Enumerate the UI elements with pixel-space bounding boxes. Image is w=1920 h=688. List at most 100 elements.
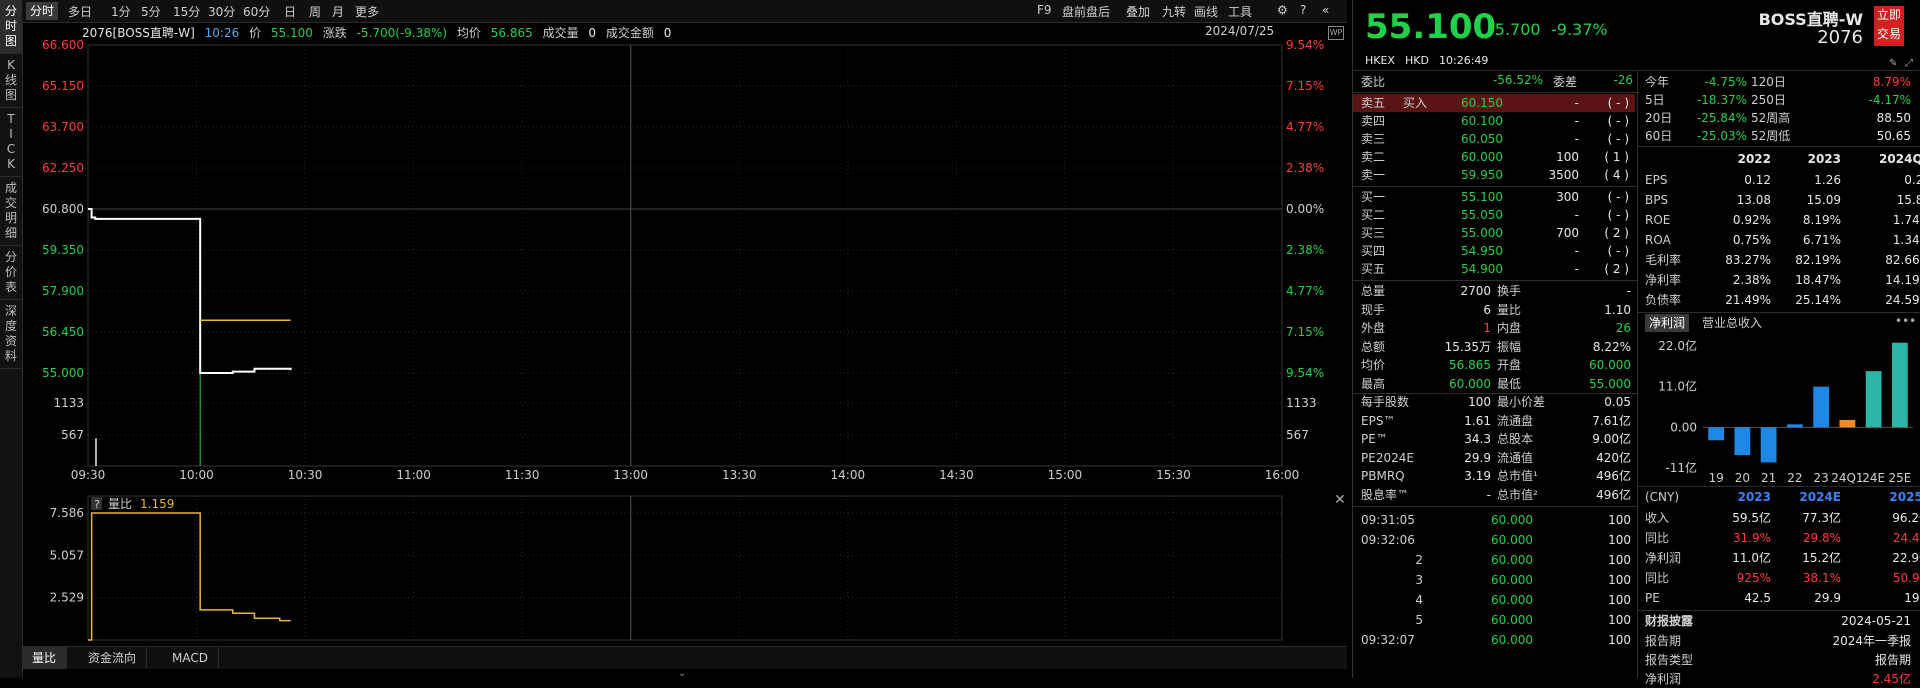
bid-row-0-volume: 300 xyxy=(1556,190,1579,204)
indicator-tab-0[interactable]: 量比 xyxy=(22,647,68,669)
fin-row-value: 15.09 xyxy=(1806,193,1841,207)
time-tick-label: 14:00 xyxy=(831,468,866,482)
price-tick-label: 63.700 xyxy=(42,120,84,134)
stat-row-5: 最高 60.000 最低 55.000 xyxy=(1353,375,1635,393)
bid-row-4[interactable]: 买五 54.900 - ( 2 ) xyxy=(1353,260,1635,278)
net-profit-bar[interactable] xyxy=(1734,427,1751,456)
vertical-tab-char: 线 xyxy=(4,73,17,87)
fin-row-0: EPS 0.12 1.26 0.28 xyxy=(1645,170,1920,190)
expand-icon[interactable]: ⤢ xyxy=(1905,58,1913,69)
stat-label: EPS™ xyxy=(1361,413,1396,428)
ask-row-0[interactable]: 卖五 买入 60.150 - ( - ) xyxy=(1353,94,1635,112)
forecast-value: 925% xyxy=(1736,571,1771,585)
stat-value: 496亿 xyxy=(1596,469,1631,483)
stat-row-7: EPS™ 1.61 流通盘 7.61亿 xyxy=(1353,412,1635,430)
indicator-tab-1[interactable]: 资金流向 xyxy=(78,647,148,669)
vertical-tab-char: K xyxy=(7,58,15,72)
vertical-tab-5[interactable]: 深度资料 xyxy=(0,300,22,369)
indicator-tab-2[interactable]: MACD xyxy=(162,647,219,669)
bid-row-0[interactable]: 买一 55.100 300 ( - ) xyxy=(1353,188,1635,206)
ask-row-0-price: 60.150 xyxy=(1461,96,1503,110)
stat-value: 34.3 xyxy=(1464,432,1491,446)
time-tick-label: 15:30 xyxy=(1156,468,1191,482)
fin-header-row: 2022 2023 2024Q1 xyxy=(1645,150,1920,168)
fin-row-1: BPS 13.08 15.09 15.85 xyxy=(1645,190,1920,210)
net-profit-bar[interactable] xyxy=(1839,419,1856,428)
stat-row-6: 每手股数 100 最小价差 0.05 xyxy=(1353,393,1635,411)
expand-down-icon[interactable]: ⌄ xyxy=(678,668,686,679)
fin-row-value: 1.26 xyxy=(1814,173,1841,187)
fin-row-label: 毛利率 xyxy=(1645,253,1682,267)
stat-value: 8.22% xyxy=(1592,339,1631,354)
forecast-value: 96.2亿 xyxy=(1892,511,1920,525)
trade-now-button[interactable]: 立即 交易 xyxy=(1874,6,1904,46)
return-value: -4.17% xyxy=(1868,93,1911,107)
bid-row-3[interactable]: 买四 54.950 - ( - ) xyxy=(1353,242,1635,260)
stat-value: - xyxy=(1486,487,1491,502)
ask-row-2[interactable]: 卖三 60.050 - ( - ) xyxy=(1353,130,1635,148)
ask-row-1[interactable]: 卖四 60.100 - ( - ) xyxy=(1353,112,1635,130)
forecast-value: 31.9% xyxy=(1732,531,1771,545)
pct-tick-label: 7.15% xyxy=(1286,325,1324,339)
time-tick-label: 13:30 xyxy=(722,468,757,482)
vertical-tab-2[interactable]: TICK xyxy=(0,108,22,177)
tick-time: 5 xyxy=(1415,613,1423,627)
ask-row-0-tag[interactable]: 买入 xyxy=(1403,94,1427,112)
volume-tick-label: 567 xyxy=(61,428,84,442)
more-icon[interactable]: ••• xyxy=(1895,314,1916,328)
net-profit-bar[interactable] xyxy=(1760,427,1777,463)
bid-row-1[interactable]: 买二 55.050 - ( - ) xyxy=(1353,206,1635,224)
vertical-tab-3[interactable]: 成交明细 xyxy=(0,177,22,246)
stat-value: 15.35万 xyxy=(1444,339,1491,354)
vertical-tab-char: 成 xyxy=(4,181,17,195)
stat-label: PBMRQ xyxy=(1361,469,1405,483)
disclosure-value: 2.45亿 xyxy=(1872,672,1911,686)
stat-value: 1 xyxy=(1483,321,1491,335)
time-tick-label: 09:30 xyxy=(71,468,106,482)
fin-header: 2022 xyxy=(1737,152,1771,166)
close-subchart-icon[interactable]: ✕ xyxy=(1334,492,1346,508)
return-row-0: 今年 -4.75% 120日 8.79% xyxy=(1645,73,1915,91)
net-profit-bar[interactable] xyxy=(1708,427,1724,441)
vertical-tab-4[interactable]: 分价表 xyxy=(0,246,22,300)
intraday-chart[interactable]: 66.600 9.54% 65.150 7.15% 63.700 4.77% 62.250 2… xyxy=(22,0,1347,646)
stat-value: 0.05 xyxy=(1604,395,1631,409)
stat-row-11: 股息率™ - 总市值² 496亿 xyxy=(1353,486,1635,504)
disclosure-label: 报告类型 xyxy=(1645,653,1694,667)
edit-icon[interactable]: ✎ xyxy=(1889,58,1897,69)
forecast-label: 净利润 xyxy=(1645,551,1682,565)
fin-row-label: 负债率 xyxy=(1645,293,1682,307)
ask-row-3[interactable]: 卖二 60.000 100 ( 1 ) xyxy=(1353,148,1635,166)
vertical-tab-char: K xyxy=(7,157,15,171)
net-profit-bar[interactable] xyxy=(1787,424,1803,428)
net-profit-bar[interactable] xyxy=(1813,386,1829,428)
fin-row-label: 净利率 xyxy=(1645,273,1682,287)
forecast-label: 同比 xyxy=(1645,571,1670,585)
forecast-year: 2025E xyxy=(1889,490,1920,504)
tick-volume: 100 xyxy=(1608,633,1631,647)
forecast-unit: (CNY) xyxy=(1645,490,1680,504)
bid-row-3-count: ( - ) xyxy=(1607,244,1629,258)
vertical-tab-1[interactable]: K线图 xyxy=(0,54,22,108)
bid-row-2-price: 55.000 xyxy=(1461,226,1503,240)
mini-tab-0[interactable]: 净利润 xyxy=(1645,314,1690,332)
stat-value: 420亿 xyxy=(1596,450,1631,465)
net-profit-bar[interactable] xyxy=(1865,371,1882,428)
ask-row-4[interactable]: 卖一 59.950 3500 ( 4 ) xyxy=(1353,166,1635,184)
sub-tick-label: 2.529 xyxy=(50,591,84,605)
price-tick-label: 62.250 xyxy=(42,161,84,175)
mini-tab-1[interactable]: 营业总收入 xyxy=(1698,314,1766,332)
price-change: -5.700 xyxy=(1489,20,1541,39)
bid-row-2[interactable]: 买三 55.000 700 ( 2 ) xyxy=(1353,224,1635,242)
stat-value: 6 xyxy=(1483,302,1491,317)
stat-value: 55.000 xyxy=(1589,376,1631,391)
net-profit-bar[interactable] xyxy=(1892,342,1908,428)
stat-label: 流通盘 xyxy=(1497,413,1534,428)
vertical-tab-char: 时 xyxy=(4,19,17,33)
bid-ratio-label: 委比 xyxy=(1361,75,1386,89)
return-label: 今年 xyxy=(1645,75,1670,89)
vertical-tab-0[interactable]: 分时图 xyxy=(0,0,22,54)
stat-label: 总市值¹ xyxy=(1497,469,1538,483)
disclosure-title: 财报披露 xyxy=(1645,614,1694,628)
ask-row-3-volume: 100 xyxy=(1556,150,1579,164)
